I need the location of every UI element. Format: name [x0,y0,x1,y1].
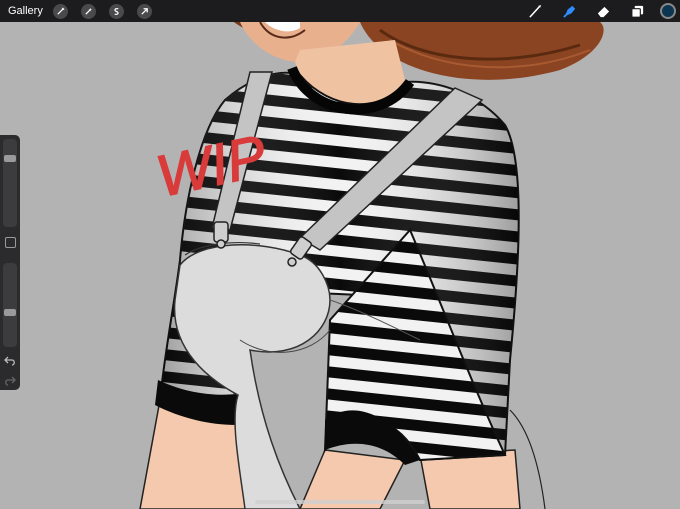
selection-icon[interactable] [108,3,124,19]
gallery-button[interactable]: Gallery [8,5,43,17]
wrench-icon[interactable] [52,3,68,19]
undo-icon[interactable] [4,353,16,366]
redo-icon[interactable] [4,373,16,386]
smudge-icon[interactable] [560,2,578,20]
opacity-thumb[interactable] [4,309,16,316]
magic-wand-icon[interactable] [80,3,96,19]
opacity-track [3,263,17,347]
top-toolbar: Gallery [0,0,680,22]
drawing-canvas[interactable]: WIP [0,0,680,509]
transform-arrow-icon[interactable] [136,3,152,19]
modify-button[interactable] [5,237,16,248]
home-indicator[interactable] [255,500,425,504]
brush-size-track [3,139,17,227]
brush-size-slider[interactable] [3,139,17,227]
eraser-icon[interactable] [594,2,612,20]
brush-icon[interactable] [526,2,544,20]
left-sidebar [0,135,20,390]
color-picker[interactable] [660,3,676,19]
brush-size-thumb[interactable] [4,155,16,162]
layers-icon[interactable] [628,2,646,20]
tool-group [510,0,680,22]
opacity-slider[interactable] [3,263,17,347]
